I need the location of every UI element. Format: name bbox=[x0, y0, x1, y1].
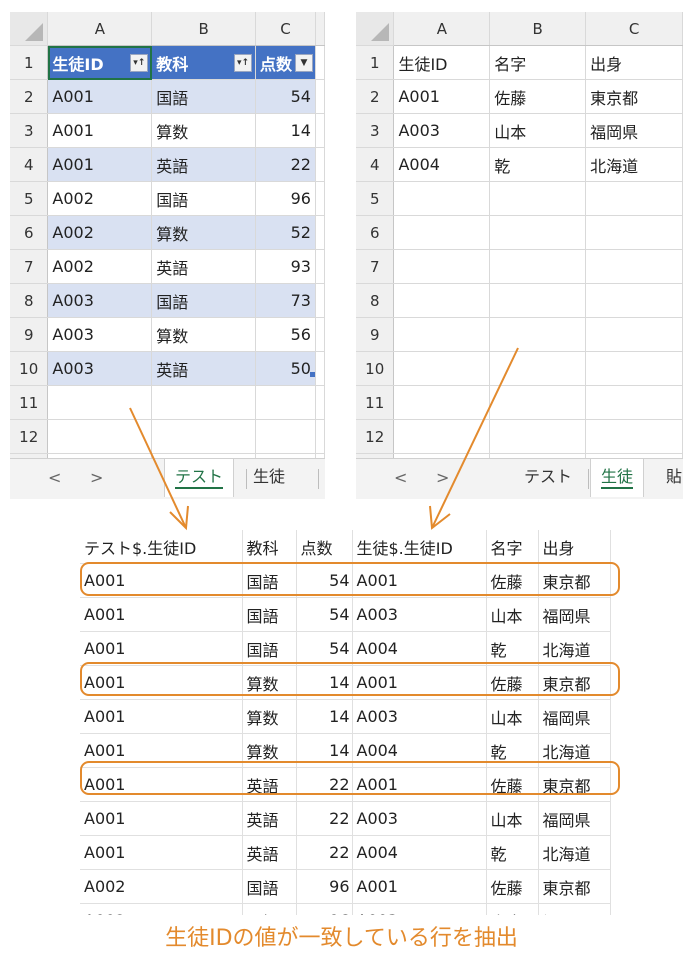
test-student-id-cell: A002 bbox=[80, 869, 243, 904]
student-student-id-cell: A001 bbox=[352, 869, 487, 904]
score-cell: 96 bbox=[296, 869, 353, 904]
test-student-id-cell: A001 bbox=[80, 801, 243, 836]
student-student-id-cell: A004 bbox=[352, 835, 487, 870]
surname-cell: 山本 bbox=[486, 699, 539, 734]
test-student-id-cell: A002 bbox=[80, 903, 243, 915]
test-student-id-cell: A001 bbox=[80, 597, 243, 632]
result-header-row: テスト$.生徒ID 教科 点数 生徒$.生徒ID 名字 出身 bbox=[80, 530, 611, 564]
result-row: A002国語96A003山本福岡県 bbox=[80, 903, 611, 915]
match-highlight bbox=[80, 662, 620, 696]
hometown-cell: 福岡県 bbox=[538, 699, 611, 734]
subject-cell: 英語 bbox=[242, 835, 297, 870]
score-cell: 22 bbox=[296, 835, 353, 870]
surname-cell: 山本 bbox=[486, 801, 539, 836]
surname-cell: 山本 bbox=[486, 903, 539, 915]
result-row: A001 英語 22 A004 乾北海道 bbox=[80, 835, 611, 870]
result-row: A001 国語 54 A004 乾北海道 bbox=[80, 631, 611, 666]
match-highlight bbox=[80, 562, 620, 596]
surname-cell: 乾 bbox=[486, 631, 539, 666]
result-header-cell: 名字 bbox=[486, 530, 539, 564]
hometown-cell: 福岡県 bbox=[538, 903, 611, 915]
student-student-id-cell: A004 bbox=[352, 631, 487, 666]
score-cell: 96 bbox=[296, 903, 353, 915]
hometown-cell: 北海道 bbox=[538, 835, 611, 870]
match-highlight bbox=[80, 761, 620, 795]
result-header-cell: 生徒$.生徒ID bbox=[352, 530, 487, 564]
hometown-cell: 福岡県 bbox=[538, 801, 611, 836]
result-row: A001 英語 22 A003 山本 福岡県 bbox=[80, 801, 611, 836]
arrow-left-head bbox=[169, 505, 189, 531]
test-student-id-cell: A001 bbox=[80, 699, 243, 734]
score-cell: 54 bbox=[296, 597, 353, 632]
result-header-cell: 点数 bbox=[296, 530, 353, 564]
arrow-left-line bbox=[129, 407, 187, 529]
student-student-id-cell: A003 bbox=[352, 801, 487, 836]
subject-cell: 国語 bbox=[242, 903, 297, 915]
score-cell: 14 bbox=[296, 699, 353, 734]
result-row: A001 算数 14 A003 山本 福岡県 bbox=[80, 699, 611, 734]
hometown-cell: 北海道 bbox=[538, 631, 611, 666]
hometown-cell: 東京都 bbox=[538, 869, 611, 904]
student-student-id-cell: A003 bbox=[352, 699, 487, 734]
subject-cell: 算数 bbox=[242, 699, 297, 734]
result-header-cell: テスト$.生徒ID bbox=[80, 530, 243, 564]
subject-cell: 英語 bbox=[242, 801, 297, 836]
result-row: A002 国語 96 A001 佐藤 東京都 bbox=[80, 869, 611, 904]
arrows-layer bbox=[129, 347, 519, 531]
score-cell: 54 bbox=[296, 631, 353, 666]
surname-cell: 乾 bbox=[486, 835, 539, 870]
surname-cell: 佐藤 bbox=[486, 869, 539, 904]
student-student-id-cell: A003 bbox=[352, 597, 487, 632]
subject-cell: 国語 bbox=[242, 597, 297, 632]
result-row: A001 国語 54 A003 山本 福岡県 bbox=[80, 597, 611, 632]
student-student-id-cell: A003 bbox=[352, 903, 487, 915]
hometown-cell: 福岡県 bbox=[538, 597, 611, 632]
surname-cell: 山本 bbox=[486, 597, 539, 632]
result-header-cell: 教科 bbox=[242, 530, 297, 564]
score-cell: 22 bbox=[296, 801, 353, 836]
subject-cell: 国語 bbox=[242, 631, 297, 666]
caption: 生徒IDの値が一致している行を抽出 bbox=[165, 926, 518, 951]
subject-cell: 国語 bbox=[242, 869, 297, 904]
test-student-id-cell: A001 bbox=[80, 631, 243, 666]
result-header-cell: 出身 bbox=[538, 530, 611, 564]
arrow-right-line bbox=[431, 347, 519, 529]
test-student-id-cell: A001 bbox=[80, 835, 243, 870]
